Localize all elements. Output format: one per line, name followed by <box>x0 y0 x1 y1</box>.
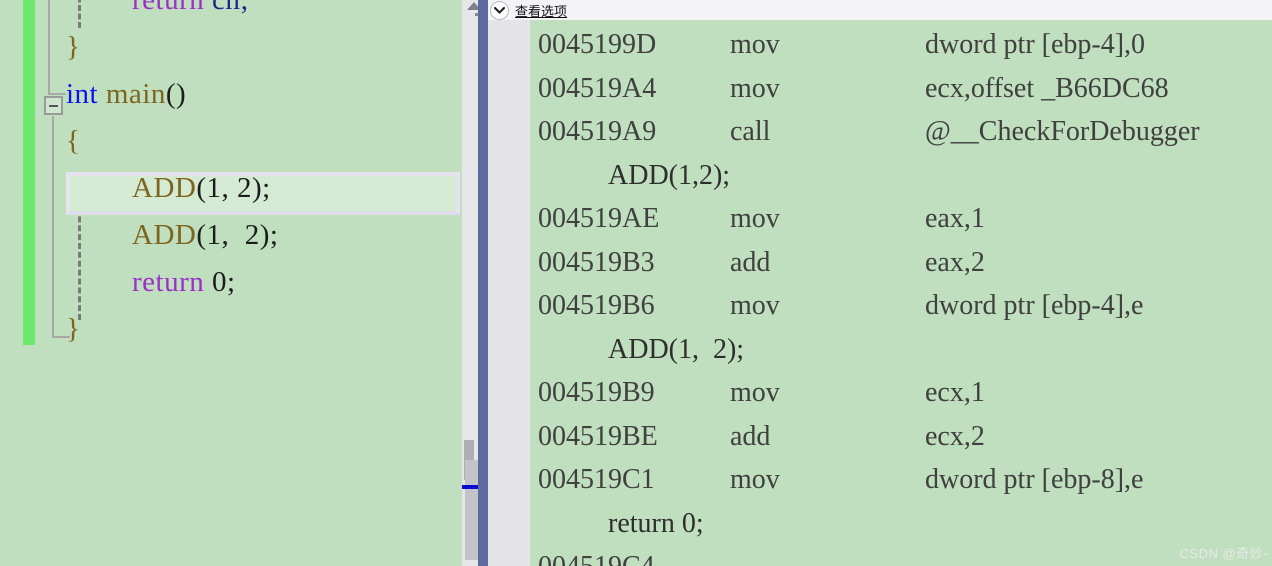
instruction-address: 004519AE <box>538 203 660 234</box>
instruction-mnemonic: mov <box>730 464 780 495</box>
code-token: } <box>66 313 81 345</box>
instruction-mnemonic: mov <box>730 377 780 408</box>
code-token: return <box>132 0 205 16</box>
instruction-address: 004519A4 <box>538 72 657 104</box>
pane-splitter[interactable] <box>478 0 488 566</box>
code-line[interactable]: { <box>66 118 80 165</box>
instruction-address: 004519B6 <box>538 290 655 321</box>
code-token: () <box>165 78 187 110</box>
code-token: main <box>105 78 166 110</box>
instruction-operands: dword ptr [ebp-4],0 <box>925 29 1146 60</box>
scope-guide-upper <box>48 0 50 95</box>
code-token: , <box>221 219 245 251</box>
view-options-label[interactable]: 查看选项 <box>515 1 567 20</box>
instruction-address: 004519B9 <box>538 377 655 408</box>
instruction-operands: dword ptr [ebp-4],e <box>925 290 1144 321</box>
code-token: ( <box>196 219 207 251</box>
changed-lines-indicator <box>23 0 35 345</box>
code-line[interactable]: ADD(1, 2); <box>132 165 271 212</box>
instruction-address: 0045199D <box>538 29 657 60</box>
code-token: 2 <box>244 219 260 251</box>
scope-guide-upper-foot <box>48 93 66 95</box>
instruction-operands: ecx,offset _B66DC68 <box>925 72 1169 104</box>
instruction-mnemonic: mov <box>730 29 780 60</box>
instruction-mnemonic: mov <box>730 203 780 234</box>
instruction-address: 004519C4 <box>538 545 655 566</box>
source-line-text: ADD(1,2); <box>608 159 731 191</box>
code-line[interactable]: return ch; <box>132 0 249 24</box>
instruction-mnemonic: add <box>730 246 771 278</box>
instruction-mnemonic: mov <box>730 290 780 321</box>
code-token: 2 <box>237 172 253 204</box>
instruction-mnemonic: add <box>730 420 771 452</box>
disassembly-listing[interactable]: 0045199D mov dword ptr [ebp-4],0 004519A4 mo… <box>530 20 1272 566</box>
code-token: 1 <box>206 219 222 251</box>
code-token: int <box>66 78 99 110</box>
code-line[interactable]: return 0; <box>132 259 236 306</box>
instruction-operands: ecx,2 <box>925 420 985 452</box>
code-token: ; <box>240 0 249 16</box>
code-token: return <box>132 266 205 298</box>
code-token: 1 <box>206 172 222 204</box>
scope-guide-main <box>52 116 54 338</box>
code-token: ADD <box>132 219 197 251</box>
instruction-address: 004519B3 <box>538 246 655 278</box>
ide-debug-window: return ch;} int main(){ADD(1, 2); ADD(1, 2… <box>0 0 1272 566</box>
instruction-mnemonic: call <box>730 116 771 147</box>
disassembly-pane: 查看选项 0045199D mov dword ptr [ebp-4],0 00451… <box>488 0 1272 566</box>
code-line[interactable]: } <box>66 24 80 71</box>
instruction-operands: dword ptr [ebp-8],e <box>925 464 1144 495</box>
disassembly-toolbar: 查看选项 <box>488 0 1272 21</box>
code-line[interactable]: } <box>66 306 80 353</box>
chevron-down-icon[interactable] <box>490 0 509 20</box>
collapse-toggle-main[interactable] <box>44 96 63 115</box>
code-token: } <box>66 31 81 63</box>
code-line[interactable]: int main() <box>66 71 186 118</box>
code-token: ( <box>196 172 207 204</box>
disassembly-gutter[interactable] <box>488 20 530 566</box>
instruction-address: 004519BE <box>538 420 658 452</box>
instruction-operands: @__CheckForDebugger <box>925 116 1200 147</box>
code-token: 0 <box>212 266 227 298</box>
code-token: ; <box>227 266 236 298</box>
instruction-address: 004519C1 <box>538 464 655 495</box>
code-token: ADD <box>132 172 197 204</box>
instruction-operands: eax,2 <box>925 246 985 278</box>
instruction-operands: ecx,1 <box>925 377 985 408</box>
code-line[interactable]: ADD(1, 2); <box>132 212 278 259</box>
code-token: ch <box>212 0 241 16</box>
instruction-address: 004519A9 <box>538 116 657 147</box>
selection-margin[interactable] <box>0 0 23 566</box>
code-token: , <box>221 172 238 204</box>
code-token: ); <box>259 219 279 251</box>
code-token: ); <box>252 172 271 204</box>
code-token: { <box>66 125 81 157</box>
instruction-operands: eax,1 <box>925 203 985 234</box>
source-line-text: return 0; <box>608 507 704 539</box>
watermark-label: CSDN @奇妙- <box>1179 546 1268 561</box>
instruction-mnemonic: mov <box>730 72 780 104</box>
source-line-text: ADD(1, 2); <box>608 333 745 365</box>
source-editor-pane[interactable]: return ch;} int main(){ADD(1, 2); ADD(1, 2… <box>0 0 462 566</box>
